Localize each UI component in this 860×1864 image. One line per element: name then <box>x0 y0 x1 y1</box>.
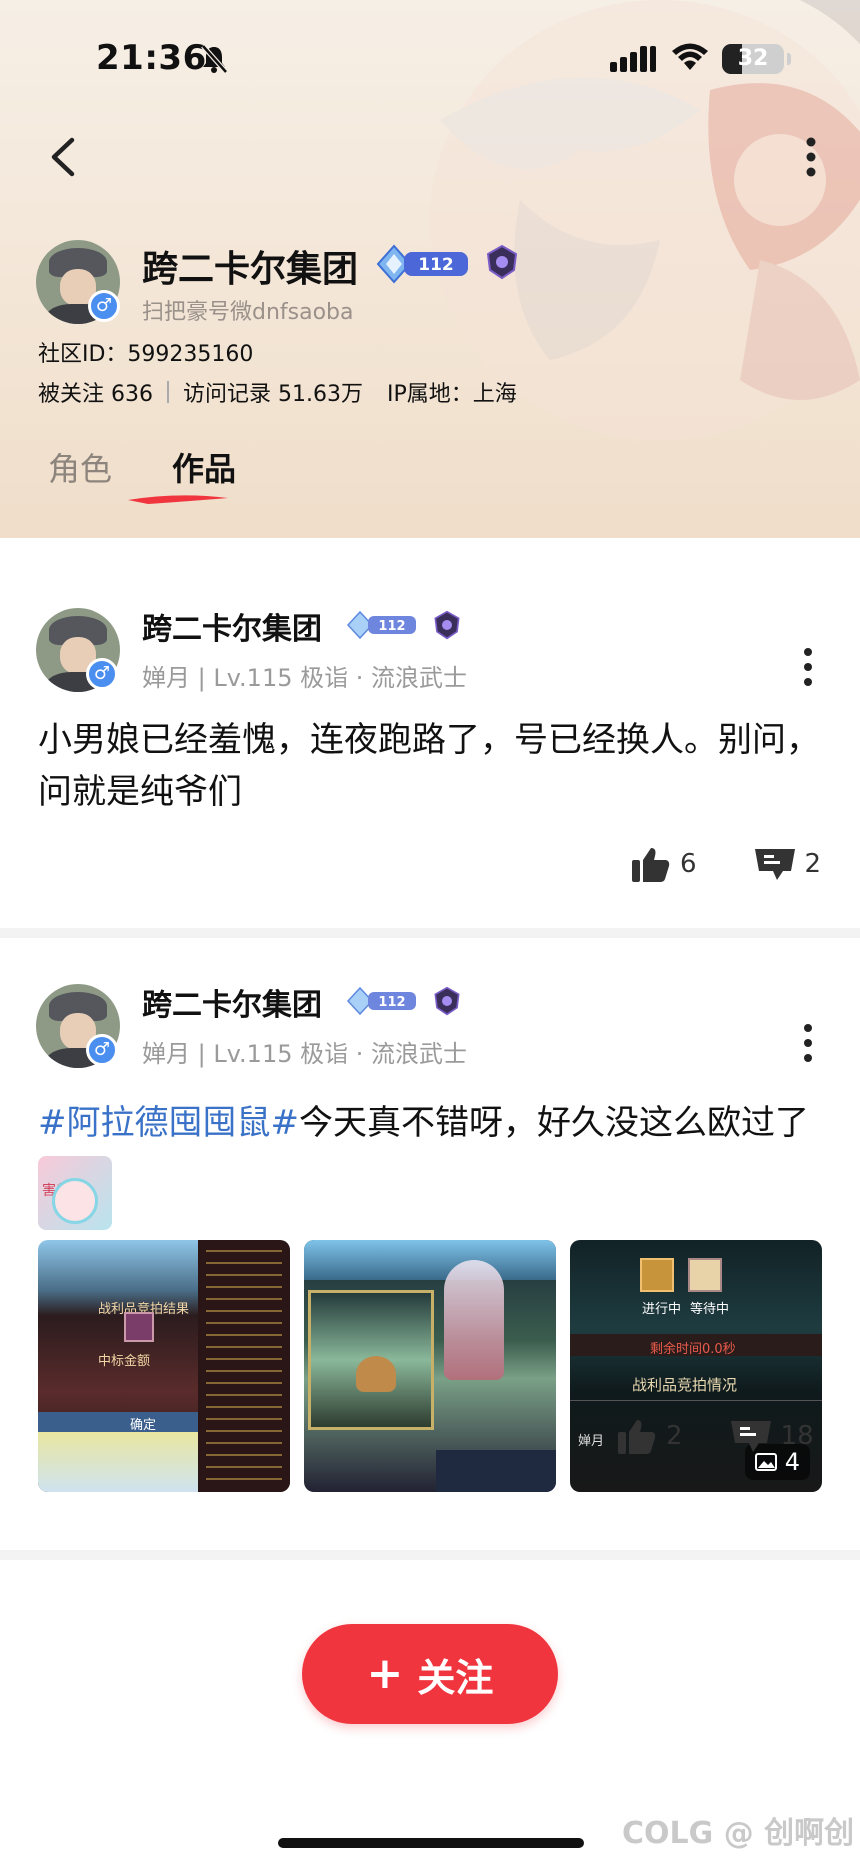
shy-sticker-emoji: 害羞 <box>38 1156 112 1230</box>
follow-button[interactable]: + 关注 <box>302 1624 558 1724</box>
post-more-icon[interactable] <box>796 642 820 692</box>
image-text: 婵月 <box>578 1434 605 1449</box>
battery-icon: 32 <box>722 44 784 74</box>
image-text: 战利品竞拍情况 <box>632 1376 738 1394</box>
community-id: 社区ID：599235160 <box>38 342 254 367</box>
post-image[interactable]: 进行中 等待中 剩余时间0.0秒 战利品竞拍情况 婵月 4 <box>570 1240 822 1492</box>
post-author-name[interactable]: 跨二卡尔集团 <box>142 604 322 648</box>
image-text: 等待中 <box>690 1302 730 1317</box>
wifi-icon <box>672 43 708 70</box>
clock: 21:36 <box>96 38 207 78</box>
thumbs-up-icon <box>632 848 670 882</box>
post-card[interactable]: ♂ 跨二卡尔集团 112 婵月 | Lv.115 极诣 · 流浪武士 #阿拉德囤… <box>0 938 860 1550</box>
post-content[interactable]: 小男娘已经羞愧，连夜跑路了，号已经换人。别问，问就是纯爷们 <box>38 714 828 818</box>
comment-button[interactable]: 18 <box>730 1419 814 1453</box>
gallery-icon <box>754 1453 777 1471</box>
post-text: 今天真不错呀，好久没这么欧过了 <box>298 1103 809 1143</box>
post-more-icon[interactable] <box>796 1018 820 1068</box>
plus-icon: + <box>366 1648 404 1699</box>
comment-icon <box>754 849 795 880</box>
post-divider <box>0 1550 860 1560</box>
image-text: 进行中 <box>642 1302 682 1317</box>
male-icon: ♂ <box>86 1034 118 1066</box>
post-content[interactable]: #阿拉德囤囤鼠#今天真不错呀，好久没这么欧过了 害羞 <box>38 1090 828 1230</box>
tab-roles[interactable]: 角色 <box>48 444 112 490</box>
post-image[interactable] <box>304 1240 556 1492</box>
comment-button[interactable]: 2 <box>754 847 822 881</box>
followers-count[interactable]: 被关注 636 <box>38 376 153 408</box>
profile-stats: 被关注 636 访问记录 51.63万 IP属地：上海 <box>38 376 517 408</box>
active-tab-indicator <box>128 495 228 504</box>
like-button[interactable]: 6 <box>632 846 697 882</box>
visit-record[interactable]: 访问记录 51.63万 <box>183 376 363 408</box>
battery-cap <box>787 53 791 65</box>
comment-count: 18 <box>780 1421 814 1451</box>
status-bar: 21:36 32 <box>0 0 860 120</box>
post-actions: 2 18 <box>618 1418 814 1454</box>
level-badge-icon: 112 <box>376 244 468 284</box>
hashtag-link[interactable]: #阿拉德囤囤鼠# <box>38 1103 299 1143</box>
male-icon: ♂ <box>88 290 120 322</box>
more-options-icon[interactable] <box>796 132 826 182</box>
level-badge-icon: 112 <box>346 986 416 1016</box>
like-count: 2 <box>666 1421 683 1451</box>
post-image[interactable]: 战利品竞拍结果 中标金额 确定 <box>38 1240 290 1492</box>
comment-count: 2 <box>804 849 822 879</box>
tab-works[interactable]: 作品 <box>172 444 236 490</box>
watermark-text: COLG @ 创啊创 <box>622 1816 855 1851</box>
image-text: 确定 <box>130 1418 157 1433</box>
thumbs-up-icon <box>618 1420 656 1454</box>
post-divider <box>0 928 860 938</box>
rank-emblem-icon <box>434 610 460 640</box>
back-arrow-icon[interactable] <box>44 132 84 182</box>
rank-emblem-icon <box>486 244 518 280</box>
profile-subtitle: 扫把豪号微dnfsaoba <box>142 300 354 325</box>
post-card[interactable]: ♂ 跨二卡尔集团 112 婵月 | Lv.115 极诣 · 流浪武士 小男娘已经… <box>0 538 860 928</box>
level-badge-number: 112 <box>418 255 454 275</box>
profile-name: 跨二卡尔集团 <box>142 249 359 290</box>
like-count: 6 <box>680 849 697 879</box>
ip-location: IP属地：上海 <box>386 382 517 407</box>
muted-bell-icon <box>201 44 228 74</box>
follow-label: 关注 <box>417 1655 494 1700</box>
level-badge-number: 112 <box>378 995 405 1010</box>
level-badge-number: 112 <box>378 619 405 634</box>
cellular-signal-icon <box>610 46 656 72</box>
post-image-grid: 战利品竞拍结果 中标金额 确定 进行中 等待中 剩余时间0.0秒 战利品竞拍情况… <box>38 1240 822 1492</box>
post-character-info: 婵月 | Lv.115 极诣 · 流浪武士 <box>142 664 468 692</box>
post-author-name[interactable]: 跨二卡尔集团 <box>142 980 322 1024</box>
battery-percent: 32 <box>737 46 769 71</box>
image-text: 剩余时间0.0秒 <box>650 1342 736 1357</box>
image-text: 中标金额 <box>98 1354 151 1369</box>
home-indicator[interactable] <box>278 1838 584 1848</box>
profile-tabs: 角色 作品 <box>48 444 236 490</box>
post-actions: 6 2 <box>632 846 821 882</box>
rank-emblem-icon <box>434 986 460 1016</box>
level-badge-icon: 112 <box>346 610 416 640</box>
post-character-info: 婵月 | Lv.115 极诣 · 流浪武士 <box>142 1040 468 1068</box>
comment-icon <box>730 1421 771 1452</box>
like-button[interactable]: 2 <box>618 1418 683 1454</box>
stats-divider <box>167 381 169 403</box>
male-icon: ♂ <box>86 658 118 690</box>
